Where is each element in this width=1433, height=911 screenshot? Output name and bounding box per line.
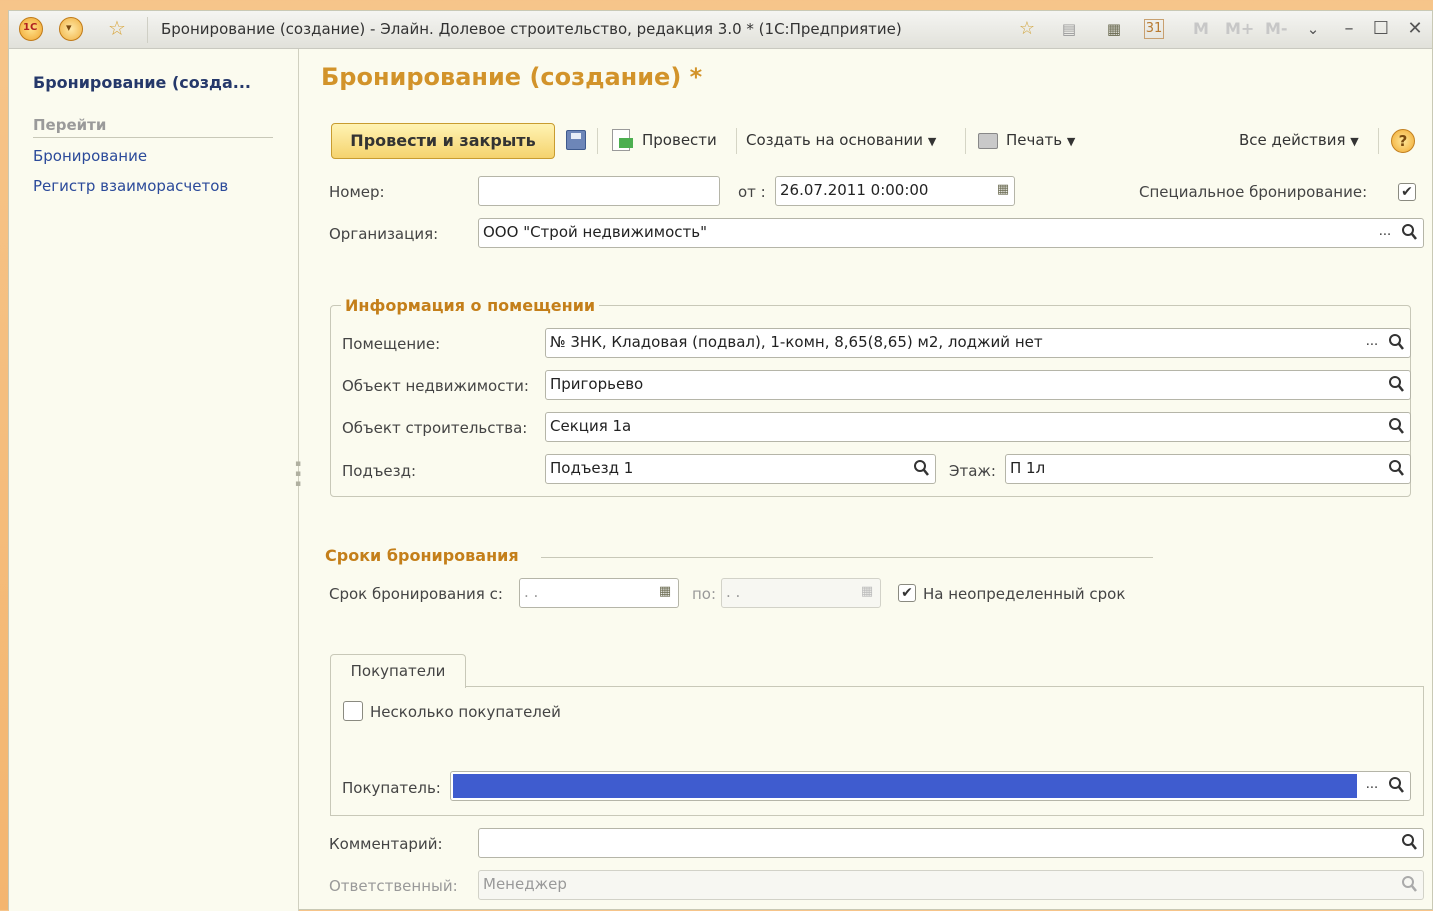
search-icon[interactable] bbox=[1386, 413, 1408, 439]
floor-label: Этаж: bbox=[949, 462, 996, 480]
all-actions-button[interactable]: Все действия ▼ bbox=[1239, 131, 1359, 149]
save-icon[interactable] bbox=[566, 130, 586, 150]
search-icon[interactable] bbox=[911, 455, 933, 481]
date-label: от : bbox=[738, 183, 766, 201]
booking-to-label: по: bbox=[692, 585, 717, 603]
responsible-label: Ответственный: bbox=[329, 877, 458, 895]
calendar-picker-icon[interactable]: ▦ bbox=[855, 579, 879, 607]
search-icon[interactable] bbox=[1386, 329, 1408, 355]
create-based-on-button[interactable]: Создать на основании ▼ bbox=[746, 131, 936, 149]
nav-link-settlements-register[interactable]: Регистр взаиморасчетов bbox=[33, 177, 228, 195]
search-icon[interactable] bbox=[1386, 455, 1408, 481]
comment-label: Комментарий: bbox=[329, 835, 443, 853]
nav-panel-title[interactable]: Бронирование (созда... bbox=[33, 73, 251, 92]
special-booking-label: Специальное бронирование: bbox=[1139, 183, 1368, 201]
printer-icon[interactable] bbox=[978, 133, 998, 149]
entrance-input[interactable]: Подъезд 1 bbox=[545, 454, 936, 484]
buyer-label: Покупатель: bbox=[342, 779, 441, 797]
dropdown-arrow-icon: ▼ bbox=[1066, 135, 1076, 148]
chevron-down-icon[interactable]: ⌄ bbox=[1303, 19, 1323, 39]
search-icon[interactable] bbox=[1399, 219, 1421, 245]
booking-from-label: Срок бронирования с: bbox=[329, 585, 503, 603]
dropdown-arrow-icon: ▼ bbox=[1350, 135, 1359, 148]
organization-label: Организация: bbox=[329, 225, 439, 243]
dropdown-arrow-icon: ▼ bbox=[927, 135, 937, 148]
select-button[interactable]: ... bbox=[1373, 219, 1397, 247]
construction-object-label: Объект строительства: bbox=[342, 419, 528, 437]
minimize-icon[interactable]: – bbox=[1339, 19, 1359, 39]
close-icon[interactable]: ✕ bbox=[1405, 19, 1425, 39]
floor-input[interactable]: П 1л bbox=[1005, 454, 1411, 484]
m-minus-button[interactable]: M- bbox=[1265, 19, 1288, 38]
buyer-selection-highlight bbox=[453, 774, 1357, 798]
add-favorite-icon[interactable]: ☆ bbox=[1017, 19, 1037, 39]
number-input[interactable] bbox=[478, 176, 720, 206]
calendar-picker-icon[interactable]: ▦ bbox=[653, 579, 677, 607]
post-button[interactable]: Провести bbox=[642, 131, 717, 149]
number-label: Номер: bbox=[329, 183, 385, 201]
responsible-input[interactable]: Менеджер bbox=[478, 870, 1424, 900]
document-form: Бронирование (создание) * Провести и зак… bbox=[299, 49, 1433, 911]
multiple-buyers-label[interactable]: Несколько покупателей bbox=[370, 703, 561, 721]
history-icon[interactable]: ▤ bbox=[1059, 19, 1079, 39]
window-title: Бронирование (создание) - Элайн. Долевое… bbox=[161, 20, 902, 38]
entrance-label: Подъезд: bbox=[342, 462, 417, 480]
date-input[interactable]: 26.07.2011 0:00:00 bbox=[775, 176, 1015, 206]
calculator-icon[interactable]: ▦ bbox=[1104, 19, 1124, 39]
page-title: Бронирование (создание) * bbox=[321, 63, 703, 91]
m-plus-button[interactable]: M+ bbox=[1225, 19, 1254, 38]
favorites-star-icon[interactable]: ☆ bbox=[107, 18, 127, 38]
application-window: 1С ▾ ☆ Бронирование (создание) - Элайн. … bbox=[8, 10, 1433, 911]
splitter-grip[interactable]: ▪▪▪ bbox=[295, 459, 301, 489]
indefinite-term-checkbox[interactable]: ✔ bbox=[898, 584, 916, 602]
room-input[interactable]: № 3НК, Кладовая (подвал), 1-комн, 8,65(8… bbox=[545, 328, 1411, 358]
indefinite-term-label[interactable]: На неопределенный срок bbox=[923, 585, 1125, 603]
construction-object-input[interactable]: Секция 1а bbox=[545, 412, 1411, 442]
1c-logo-icon[interactable]: 1С bbox=[19, 17, 43, 41]
search-icon[interactable] bbox=[1399, 871, 1421, 897]
goto-heading: Перейти bbox=[33, 116, 273, 138]
special-booking-checkbox[interactable]: ✔ bbox=[1398, 183, 1416, 201]
search-icon[interactable] bbox=[1399, 829, 1421, 855]
post-icon[interactable] bbox=[612, 129, 633, 151]
title-bar: 1С ▾ ☆ Бронирование (создание) - Элайн. … bbox=[9, 11, 1432, 49]
select-button[interactable]: ... bbox=[1360, 772, 1384, 800]
premises-group-title: Информация о помещении bbox=[341, 296, 600, 315]
comment-input[interactable] bbox=[478, 828, 1424, 858]
booking-period-title: Сроки бронирования bbox=[325, 546, 519, 565]
help-icon[interactable]: ? bbox=[1391, 129, 1415, 153]
menu-dropdown-icon[interactable]: ▾ bbox=[59, 17, 83, 41]
post-and-close-button[interactable]: Провести и закрыть bbox=[331, 123, 555, 159]
realty-object-label: Объект недвижимости: bbox=[342, 377, 529, 395]
search-icon[interactable] bbox=[1386, 371, 1408, 397]
calendar-picker-icon[interactable]: ▦ bbox=[991, 177, 1015, 205]
navigation-panel: Бронирование (созда... Перейти Бронирова… bbox=[9, 49, 299, 911]
search-icon[interactable] bbox=[1386, 772, 1408, 798]
select-button[interactable]: ... bbox=[1360, 329, 1384, 357]
tab-buyers[interactable]: Покупатели bbox=[330, 654, 466, 688]
organization-input[interactable]: ООО "Строй недвижимость" bbox=[478, 218, 1424, 248]
nav-link-booking[interactable]: Бронирование bbox=[33, 147, 147, 165]
calendar-icon[interactable]: 31 bbox=[1144, 19, 1164, 39]
m-button[interactable]: M bbox=[1193, 19, 1209, 38]
room-label: Помещение: bbox=[342, 335, 441, 353]
multiple-buyers-checkbox[interactable] bbox=[343, 701, 363, 721]
print-button[interactable]: Печать ▼ bbox=[1006, 131, 1075, 149]
maximize-icon[interactable]: ☐ bbox=[1371, 19, 1391, 39]
realty-object-input[interactable]: Пригорьево bbox=[545, 370, 1411, 400]
